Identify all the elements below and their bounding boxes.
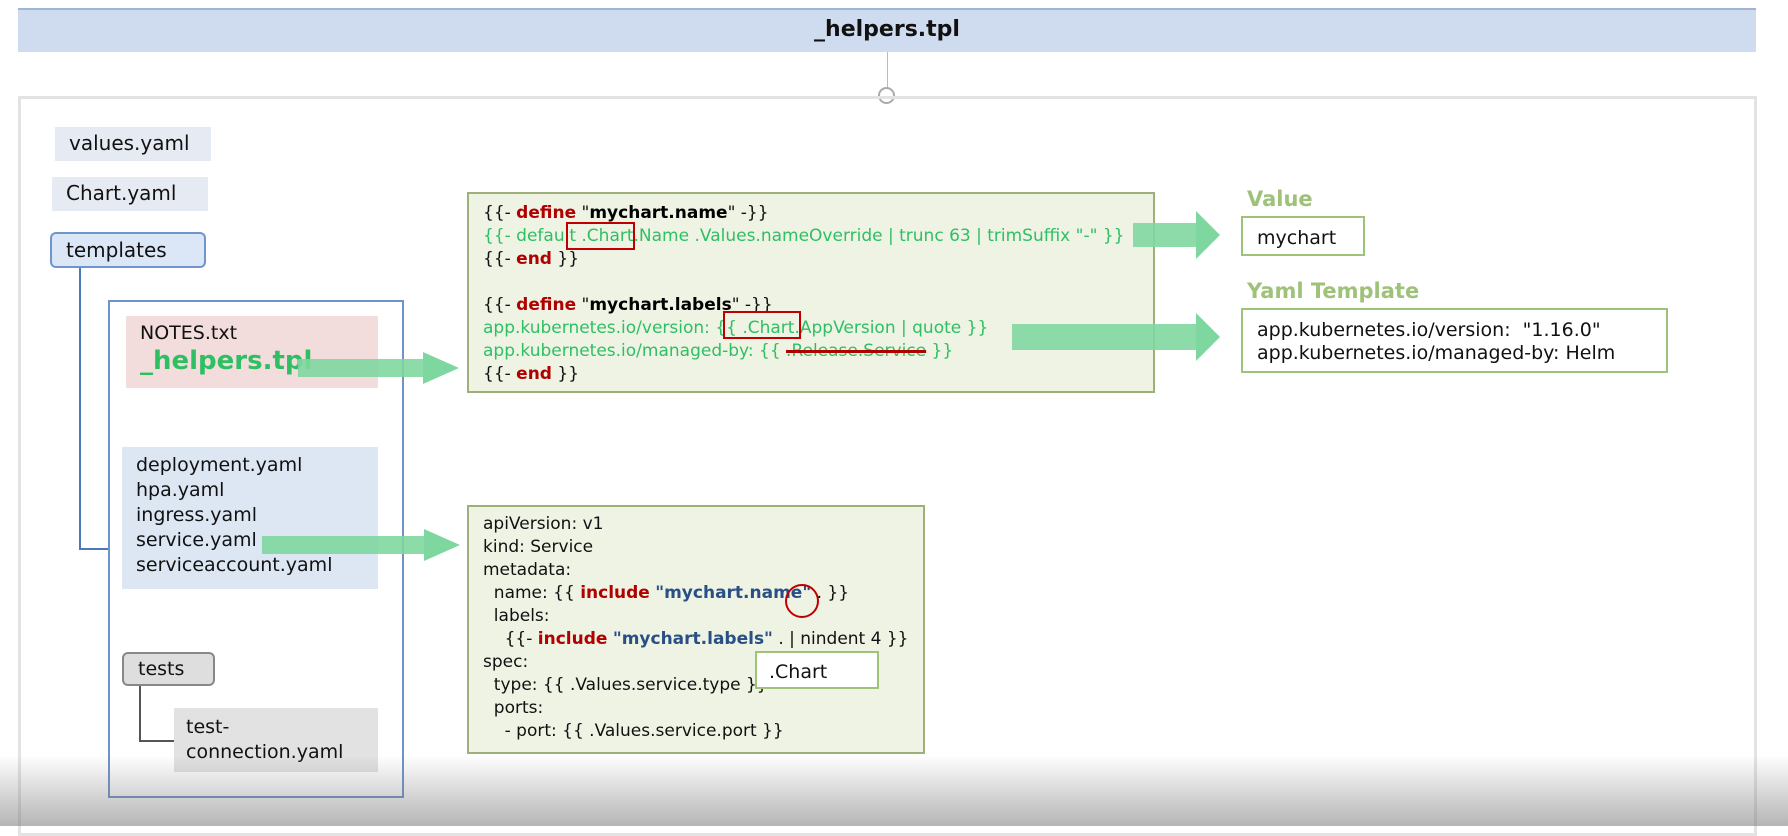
highlight-chart-box [566, 222, 635, 250]
arrow-helpers-to-code [298, 359, 423, 377]
yaml-files-group: deployment.yaml hpa.yaml ingress.yaml se… [122, 447, 378, 589]
service-code-block: apiVersion: v1 kind: Service metadata: n… [467, 505, 925, 754]
code-line: {{- end }} [483, 249, 580, 269]
bottom-fade [0, 755, 1788, 826]
list-item[interactable]: hpa.yaml [136, 478, 378, 503]
tree-line [79, 268, 81, 550]
values-yaml-file[interactable]: values.yaml [55, 127, 211, 161]
tree-line [139, 686, 141, 742]
code-line: name: {{ include "mychart.name" . }} [483, 583, 850, 603]
templates-folder[interactable]: templates [50, 232, 206, 268]
page-title: _helpers.tpl [18, 8, 1756, 52]
highlight-chart-box [723, 311, 801, 339]
tree-line [139, 740, 175, 742]
chart-popup: .Chart [755, 651, 879, 689]
highlight-dot-circle [785, 584, 819, 618]
code-line: apiVersion: v1 [483, 514, 604, 534]
code-line: labels: [483, 606, 550, 626]
arrow-to-value [1133, 223, 1197, 247]
code-line: {{- end }} [483, 364, 580, 384]
value-result: mychart [1241, 216, 1365, 256]
code-blank [483, 271, 1153, 294]
chart-yaml-file[interactable]: Chart.yaml [52, 177, 208, 211]
code-line: ports: [483, 698, 544, 718]
arrow-head [1196, 313, 1220, 361]
yaml-template-label: Yaml Template [1247, 279, 1420, 303]
arrow-head [1196, 211, 1220, 259]
notes-helpers-group: NOTES.txt _helpers.tpl [126, 316, 378, 388]
arrow-to-yaml-template [1012, 324, 1197, 350]
arrow-head [423, 352, 459, 384]
result-line: app.kubernetes.io/managed-by: Helm [1257, 342, 1616, 364]
list-item[interactable]: serviceaccount.yaml [136, 553, 378, 578]
value-label: Value [1247, 187, 1313, 211]
code-line: - port: {{ .Values.service.port }} [483, 721, 784, 741]
code-line: metadata: [483, 560, 572, 580]
code-line: {{- include "mychart.labels" . | nindent… [483, 629, 909, 649]
list-item[interactable]: deployment.yaml [136, 453, 378, 478]
arrow-service-to-code [262, 536, 424, 554]
tests-folder[interactable]: tests [122, 652, 215, 686]
list-item[interactable]: ingress.yaml [136, 503, 378, 528]
yaml-template-result: app.kubernetes.io/version: "1.16.0" app.… [1241, 308, 1668, 373]
code-line: {{- define "mychart.labels" -}} [483, 295, 773, 315]
result-line: app.kubernetes.io/version: "1.16.0" [1257, 319, 1601, 341]
code-line: kind: Service [483, 537, 594, 557]
file-label: test- [186, 716, 230, 738]
arrow-head [424, 529, 460, 561]
notes-txt-file[interactable]: NOTES.txt [140, 322, 378, 344]
tree-line [79, 548, 109, 550]
